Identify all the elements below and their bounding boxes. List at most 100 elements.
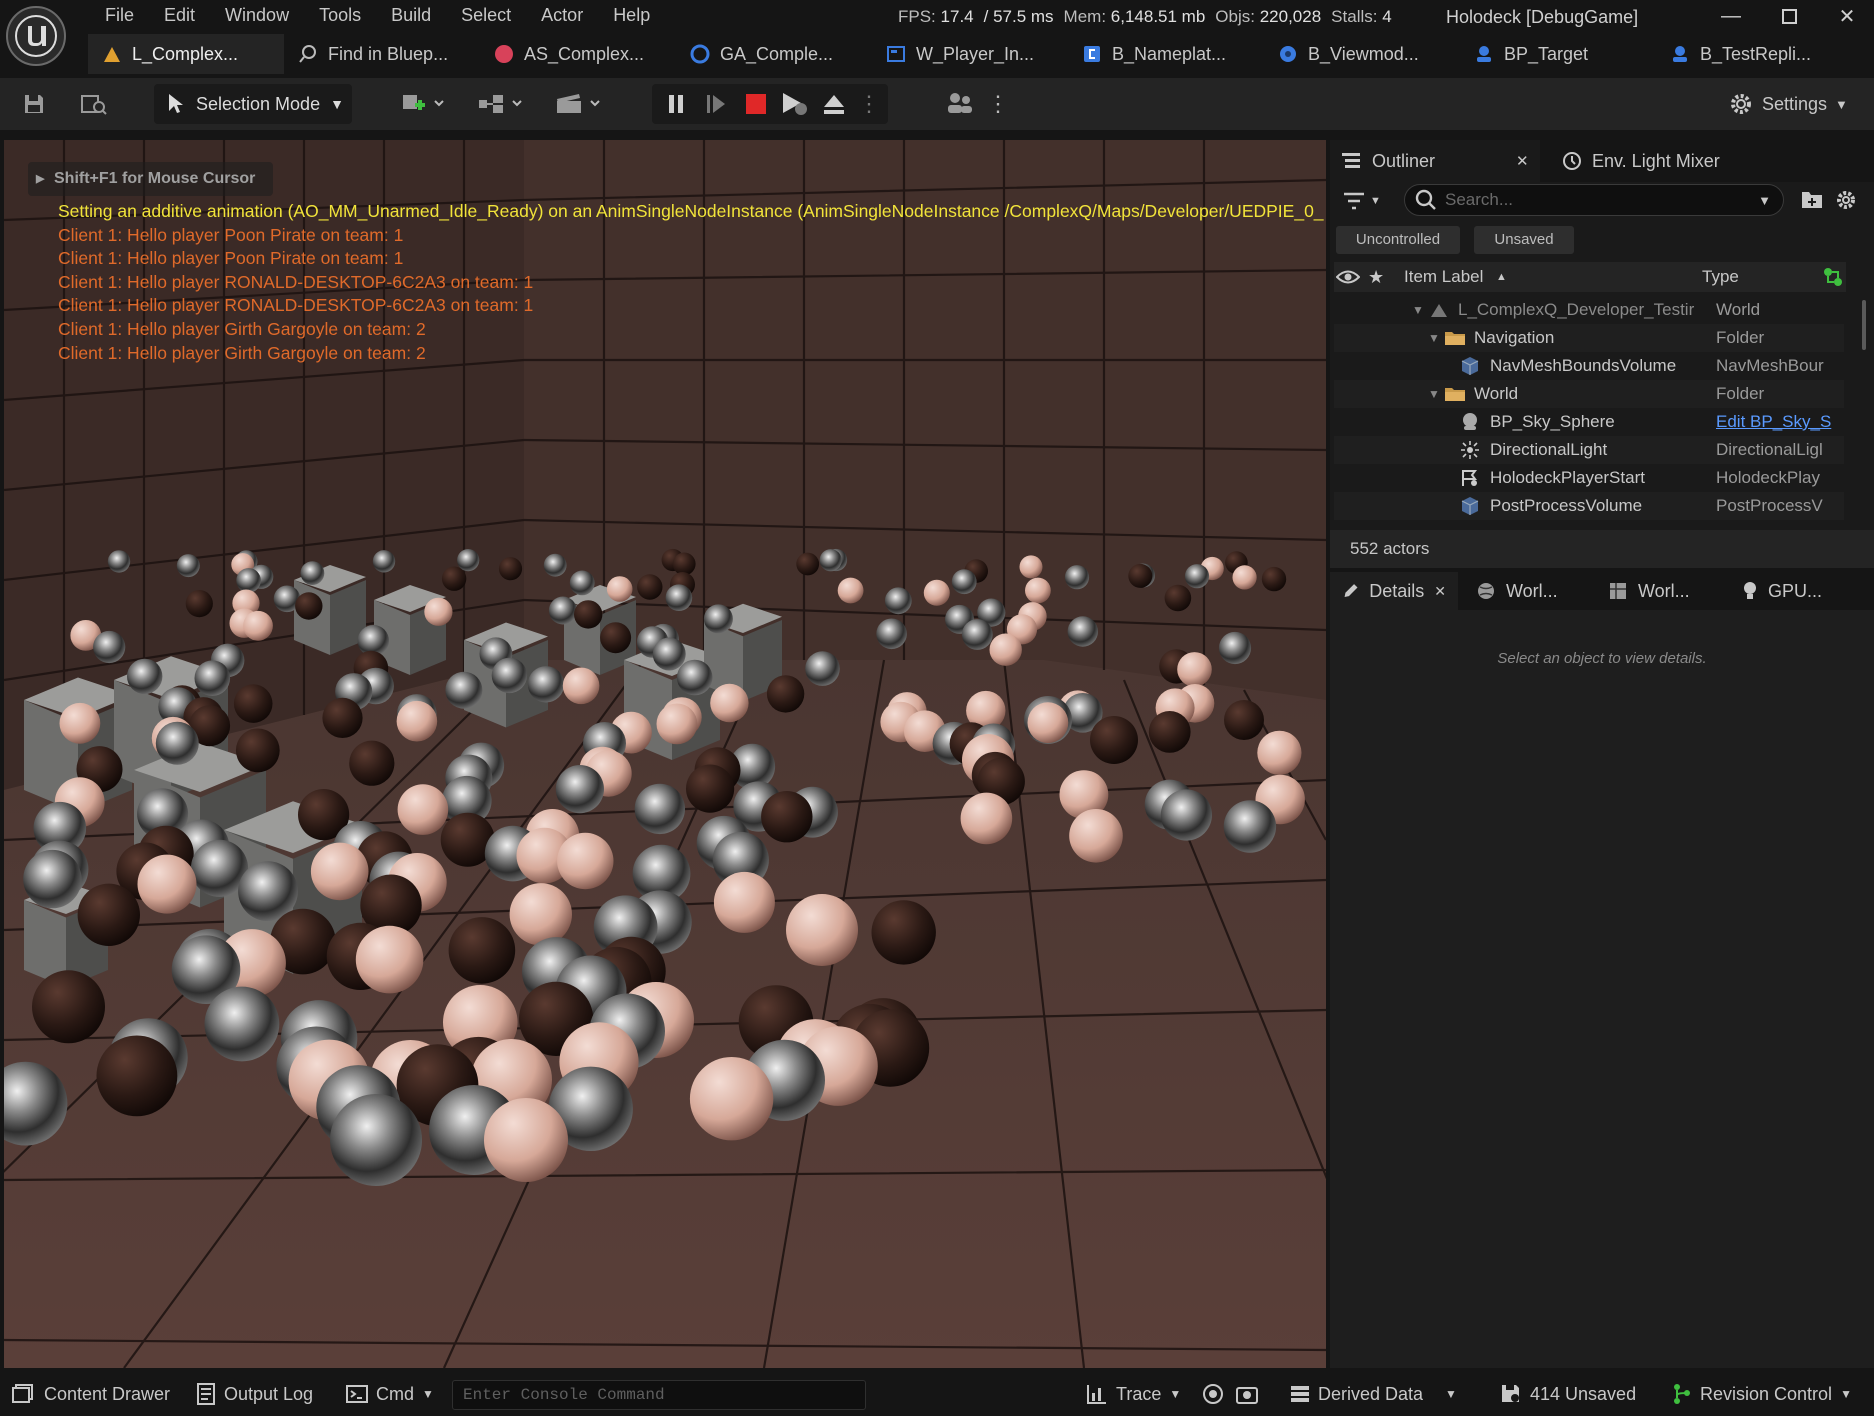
- filter-uncontrolled[interactable]: Uncontrolled: [1336, 226, 1460, 254]
- browse-level-button[interactable]: [74, 84, 114, 124]
- outliner-row-post-process[interactable]: PostProcessVolume PostProcessV: [1334, 492, 1844, 520]
- tab-blueprint-viewmodel[interactable]: B_Viewmod...: [1264, 34, 1460, 74]
- frame-advance-button[interactable]: [698, 84, 734, 124]
- trace-dropdown[interactable]: Trace ▼: [1086, 1372, 1181, 1416]
- trace-record-button[interactable]: [1202, 1372, 1224, 1416]
- row-type: Folder: [1716, 328, 1834, 348]
- close-tab-icon[interactable]: ✕: [1516, 152, 1529, 170]
- tab-anim-sequence[interactable]: AS_Complex...: [480, 34, 676, 74]
- scene-sphere: [838, 578, 864, 604]
- pause-button[interactable]: [658, 84, 694, 124]
- cinematics-button[interactable]: [552, 84, 608, 124]
- blueprints-button[interactable]: [474, 84, 530, 124]
- tab-bp-target[interactable]: BP_Target: [1460, 34, 1656, 74]
- tab-label: AS_Complex...: [524, 44, 644, 65]
- column-options-icon[interactable]: [1822, 266, 1844, 288]
- menu-file[interactable]: File: [90, 2, 149, 28]
- blueprint-graph-icon: [477, 91, 527, 117]
- menu-window[interactable]: Window: [210, 2, 304, 28]
- tab-outliner[interactable]: Outliner ✕: [1330, 140, 1540, 182]
- scene-sphere: [32, 970, 105, 1043]
- maximize-button[interactable]: [1764, 2, 1814, 30]
- possess-eject-button[interactable]: [776, 84, 814, 124]
- level-viewport[interactable]: ▶ Shift+F1 for Mouse Cursor Setting an a…: [4, 140, 1326, 1368]
- revision-control-dropdown[interactable]: Revision Control ▼: [1672, 1372, 1852, 1416]
- selection-mode-dropdown[interactable]: Selection Mode ▼: [154, 84, 352, 124]
- scene-sphere: [786, 894, 858, 966]
- menu-select[interactable]: Select: [446, 2, 526, 28]
- menu-build[interactable]: Build: [376, 2, 446, 28]
- add-actor-button[interactable]: [396, 84, 452, 124]
- revision-control-icon: [1672, 1383, 1692, 1405]
- save-button[interactable]: [14, 84, 54, 124]
- revision-control-label: Revision Control: [1700, 1384, 1832, 1405]
- star-icon[interactable]: ★: [1368, 267, 1384, 288]
- column-type[interactable]: Type: [1702, 267, 1739, 287]
- project-name: Holodeck [DebugGame]: [1446, 4, 1638, 30]
- actor-blueprint-icon: [1670, 44, 1690, 64]
- platforms-button[interactable]: [940, 84, 980, 124]
- close-window-button[interactable]: ✕: [1822, 2, 1872, 30]
- filter-unsaved[interactable]: Unsaved: [1474, 226, 1574, 254]
- add-folder-button[interactable]: [1800, 188, 1828, 214]
- expand-arrow-icon[interactable]: ▼: [1428, 331, 1440, 345]
- search-placeholder: Search...: [1445, 190, 1750, 210]
- scene-sphere: [563, 668, 600, 705]
- tab-blueprint-nameplate[interactable]: B_Nameplat...: [1068, 34, 1264, 74]
- settings-button[interactable]: Settings ▼: [1728, 84, 1848, 124]
- outliner-row-navigation[interactable]: ▼ Navigation Folder: [1334, 324, 1844, 352]
- outliner-settings-button[interactable]: [1834, 188, 1862, 214]
- expand-arrow-icon[interactable]: ▼: [1428, 387, 1440, 401]
- output-log-button[interactable]: Output Log: [196, 1372, 313, 1416]
- tab-world-partition[interactable]: Worl...: [1464, 572, 1584, 610]
- minimize-button[interactable]: —: [1706, 2, 1756, 30]
- expand-arrow-icon[interactable]: ▼: [1412, 303, 1424, 317]
- database-icon: [1290, 1384, 1310, 1404]
- console-command-input[interactable]: Enter Console Command: [452, 1380, 866, 1410]
- tab-level[interactable]: L_Complex...: [88, 34, 284, 74]
- menu-tools[interactable]: Tools: [304, 2, 376, 28]
- play-options-button[interactable]: ⋮: [856, 84, 882, 124]
- outliner-row-world[interactable]: ▼ L_ComplexQ_Developer_Testir World: [1334, 296, 1844, 324]
- fps-label: FPS:: [898, 7, 936, 26]
- outliner-row-navmesh[interactable]: NavMeshBoundsVolume NavMeshBour: [1334, 352, 1844, 380]
- cmd-dropdown[interactable]: Cmd ▼: [346, 1372, 434, 1416]
- output-log-icon: [196, 1383, 216, 1405]
- tab-gpu-lightmass[interactable]: GPU...: [1730, 572, 1850, 610]
- tab-widget[interactable]: W_Player_In...: [872, 34, 1068, 74]
- console-icon: [346, 1385, 368, 1403]
- menu-edit[interactable]: Edit: [149, 2, 210, 28]
- scene-sphere: [924, 580, 950, 606]
- content-drawer-button[interactable]: Content Drawer: [12, 1372, 170, 1416]
- more-options-button[interactable]: ⋮: [986, 84, 1010, 124]
- menu-help[interactable]: Help: [598, 2, 665, 28]
- stop-button[interactable]: [738, 84, 774, 124]
- outliner-row-directional-light[interactable]: DirectionalLight DirectionalLigl: [1334, 436, 1844, 464]
- tab-env-light-mixer[interactable]: Env. Light Mixer: [1550, 140, 1770, 182]
- eject-button[interactable]: [816, 84, 852, 124]
- menu-actor[interactable]: Actor: [526, 2, 598, 28]
- tab-test-replication[interactable]: B_TestRepli...: [1656, 34, 1836, 74]
- tab-label: BP_Target: [1504, 44, 1588, 65]
- outliner-row-player-start[interactable]: HolodeckPlayerStart HolodeckPlay: [1334, 464, 1844, 492]
- close-tab-icon[interactable]: ✕: [1434, 583, 1446, 600]
- tab-details[interactable]: Details ✕: [1330, 572, 1458, 610]
- unsaved-assets-button[interactable]: 414 Unsaved: [1500, 1372, 1636, 1416]
- filter-button[interactable]: ▼: [1344, 190, 1386, 212]
- outliner-search-input[interactable]: Search... ▼: [1404, 184, 1784, 216]
- trace-snapshot-button[interactable]: [1236, 1372, 1258, 1416]
- eye-icon[interactable]: [1336, 268, 1360, 286]
- tab-gameplay-ability[interactable]: GA_Comple...: [676, 34, 872, 74]
- outliner-row-sky-sphere[interactable]: BP_Sky_Sphere Edit BP_Sky_S: [1334, 408, 1844, 436]
- column-item-label[interactable]: Item Label: [1404, 267, 1483, 287]
- tab-world-settings[interactable]: Worl...: [1596, 572, 1716, 610]
- outliner-scrollbar[interactable]: [1862, 300, 1866, 350]
- unreal-logo-icon[interactable]: [6, 6, 66, 66]
- tab-label: L_Complex...: [132, 44, 238, 65]
- edit-blueprint-link[interactable]: Edit BP_Sky_S: [1716, 412, 1834, 432]
- scene-sphere: [397, 701, 438, 742]
- derived-data-dropdown[interactable]: Derived Data ▼: [1290, 1372, 1457, 1416]
- chevron-down-icon[interactable]: ▼: [1758, 193, 1783, 208]
- tab-find-in-blueprints[interactable]: Find in Bluep...: [284, 34, 480, 74]
- outliner-row-world-folder[interactable]: ▼ World Folder: [1334, 380, 1844, 408]
